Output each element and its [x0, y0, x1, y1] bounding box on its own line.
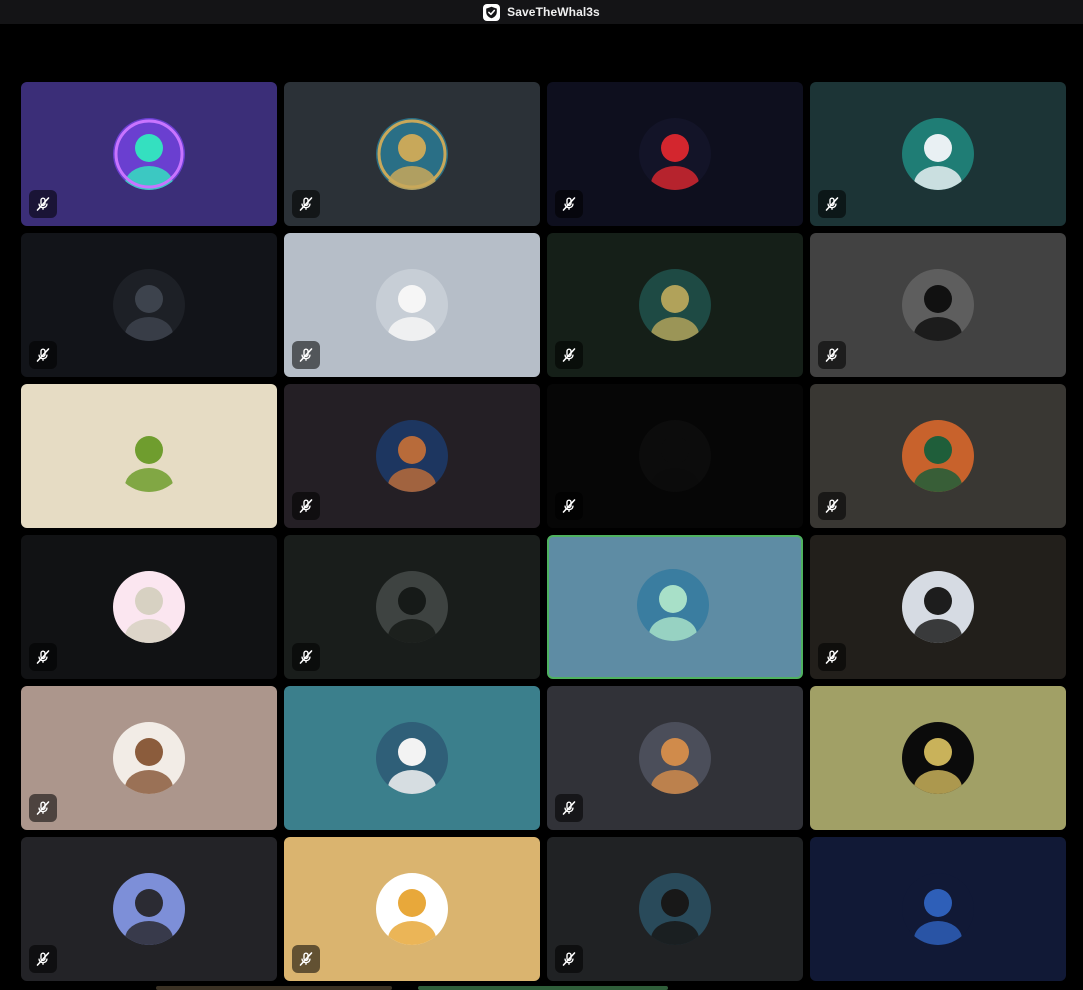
- avatar: [113, 722, 185, 794]
- mic-muted-icon: [292, 945, 320, 973]
- participant-tile[interactable]: [547, 82, 803, 226]
- participant-tile[interactable]: [284, 837, 540, 981]
- participant-tile[interactable]: [21, 686, 277, 830]
- participant-tile[interactable]: [547, 384, 803, 528]
- mic-muted-icon: [555, 794, 583, 822]
- participant-tile[interactable]: [810, 837, 1066, 981]
- avatar: [902, 873, 974, 945]
- mic-muted-icon: [29, 794, 57, 822]
- mic-muted-icon: [818, 341, 846, 369]
- mic-muted-icon: [29, 945, 57, 973]
- avatar: [376, 269, 448, 341]
- participant-tile[interactable]: [810, 82, 1066, 226]
- avatar: [902, 722, 974, 794]
- avatar: [639, 269, 711, 341]
- avatar: [639, 118, 711, 190]
- avatar: [639, 722, 711, 794]
- window-title: SaveTheWhal3s: [507, 5, 600, 19]
- participant-tile-speaking[interactable]: [547, 535, 803, 679]
- avatar: [376, 118, 448, 190]
- avatar: [639, 420, 711, 492]
- participant-tile[interactable]: [810, 535, 1066, 679]
- mic-muted-icon: [292, 341, 320, 369]
- avatar: [902, 571, 974, 643]
- participant-tile[interactable]: [284, 233, 540, 377]
- avatar: [113, 873, 185, 945]
- avatar: [376, 873, 448, 945]
- title-bar: SaveTheWhal3s: [0, 0, 1083, 24]
- mic-muted-icon: [555, 492, 583, 520]
- scroll-indicator: [156, 986, 392, 990]
- participant-tile[interactable]: [21, 535, 277, 679]
- participant-tile[interactable]: [284, 82, 540, 226]
- participant-tile[interactable]: [284, 686, 540, 830]
- mic-muted-icon: [29, 341, 57, 369]
- participant-tile[interactable]: [21, 837, 277, 981]
- mic-muted-icon: [818, 190, 846, 218]
- participant-tile[interactable]: [284, 384, 540, 528]
- avatar: [902, 420, 974, 492]
- mic-muted-icon: [555, 945, 583, 973]
- avatar: [113, 118, 185, 190]
- participant-tile[interactable]: [21, 384, 277, 528]
- participant-tile[interactable]: [810, 686, 1066, 830]
- participant-tile[interactable]: [810, 384, 1066, 528]
- scroll-indicator: [418, 986, 668, 990]
- mic-muted-icon: [29, 190, 57, 218]
- shield-check-icon: [483, 3, 501, 21]
- avatar: [376, 571, 448, 643]
- mic-muted-icon: [292, 643, 320, 671]
- participant-tile[interactable]: [810, 233, 1066, 377]
- participant-tile[interactable]: [21, 82, 277, 226]
- avatar: [113, 269, 185, 341]
- avatar: [376, 722, 448, 794]
- participant-tile[interactable]: [21, 233, 277, 377]
- mic-muted-icon: [818, 492, 846, 520]
- mic-muted-icon: [292, 492, 320, 520]
- participant-tile[interactable]: [284, 535, 540, 679]
- participant-tile[interactable]: [547, 233, 803, 377]
- avatar: [902, 269, 974, 341]
- mic-muted-icon: [555, 341, 583, 369]
- avatar: [376, 420, 448, 492]
- mic-muted-icon: [29, 643, 57, 671]
- participant-tile[interactable]: [547, 686, 803, 830]
- mic-muted-icon: [555, 190, 583, 218]
- avatar: [637, 569, 709, 641]
- avatar: [639, 873, 711, 945]
- participant-tile[interactable]: [547, 837, 803, 981]
- mic-muted-icon: [818, 643, 846, 671]
- avatar: [902, 118, 974, 190]
- avatar: [113, 420, 185, 492]
- mic-muted-icon: [292, 190, 320, 218]
- avatar: [113, 571, 185, 643]
